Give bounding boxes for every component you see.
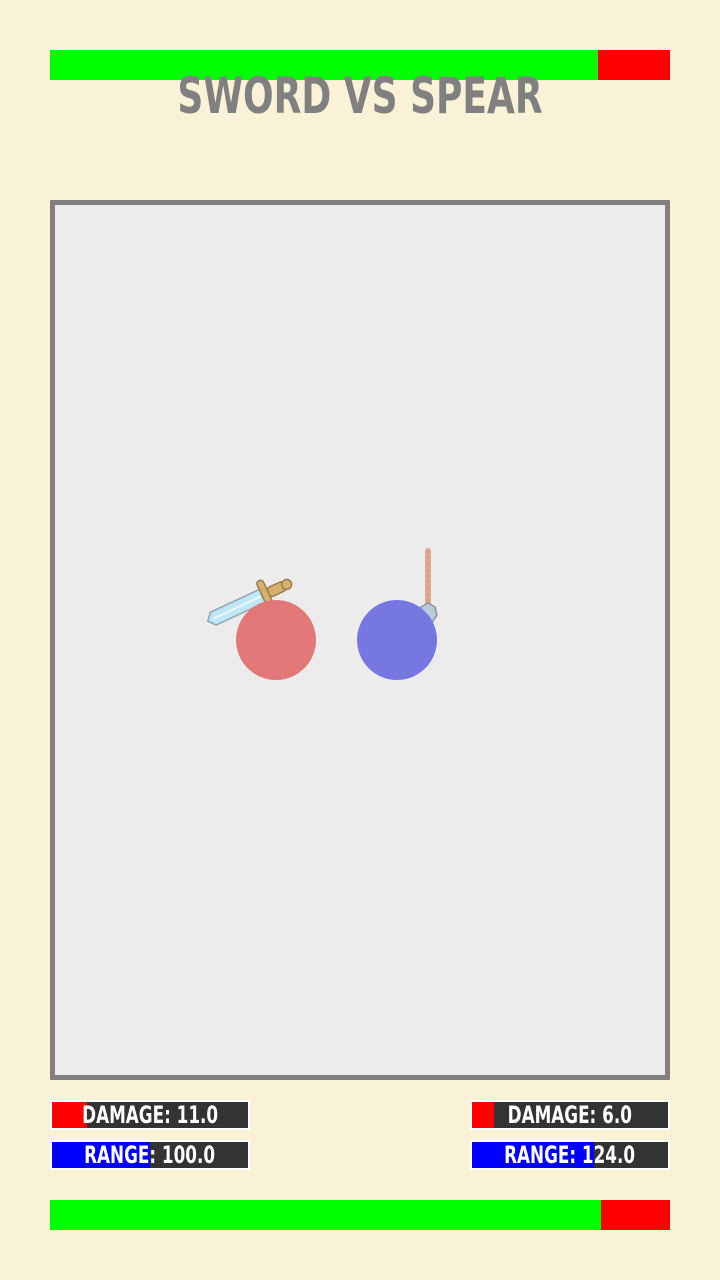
player2-health-fill <box>50 1200 602 1230</box>
player2-health-bar <box>50 1200 670 1230</box>
player2-damage-label: DAMAGE: 6.0 <box>507 1101 633 1129</box>
player1-ball <box>236 600 316 680</box>
player1-damage-label: DAMAGE: 11.0 <box>82 1101 218 1129</box>
player1-damage-stat: DAMAGE: 11.0 <box>50 1100 250 1130</box>
player2-range-stat: RANGE: 124.0 <box>470 1140 670 1170</box>
arena-canvas <box>206 548 438 680</box>
player2-ball <box>357 600 437 680</box>
player1-range-stat: RANGE: 100.0 <box>50 1140 250 1170</box>
player2-damage-stat: DAMAGE: 6.0 <box>470 1100 670 1130</box>
battle-arena <box>50 200 670 1080</box>
game-title: SWORD VS SPEAR <box>177 67 543 125</box>
player2-range-label: RANGE: 124.0 <box>504 1141 636 1169</box>
player1-range-label: RANGE: 100.0 <box>84 1141 216 1169</box>
